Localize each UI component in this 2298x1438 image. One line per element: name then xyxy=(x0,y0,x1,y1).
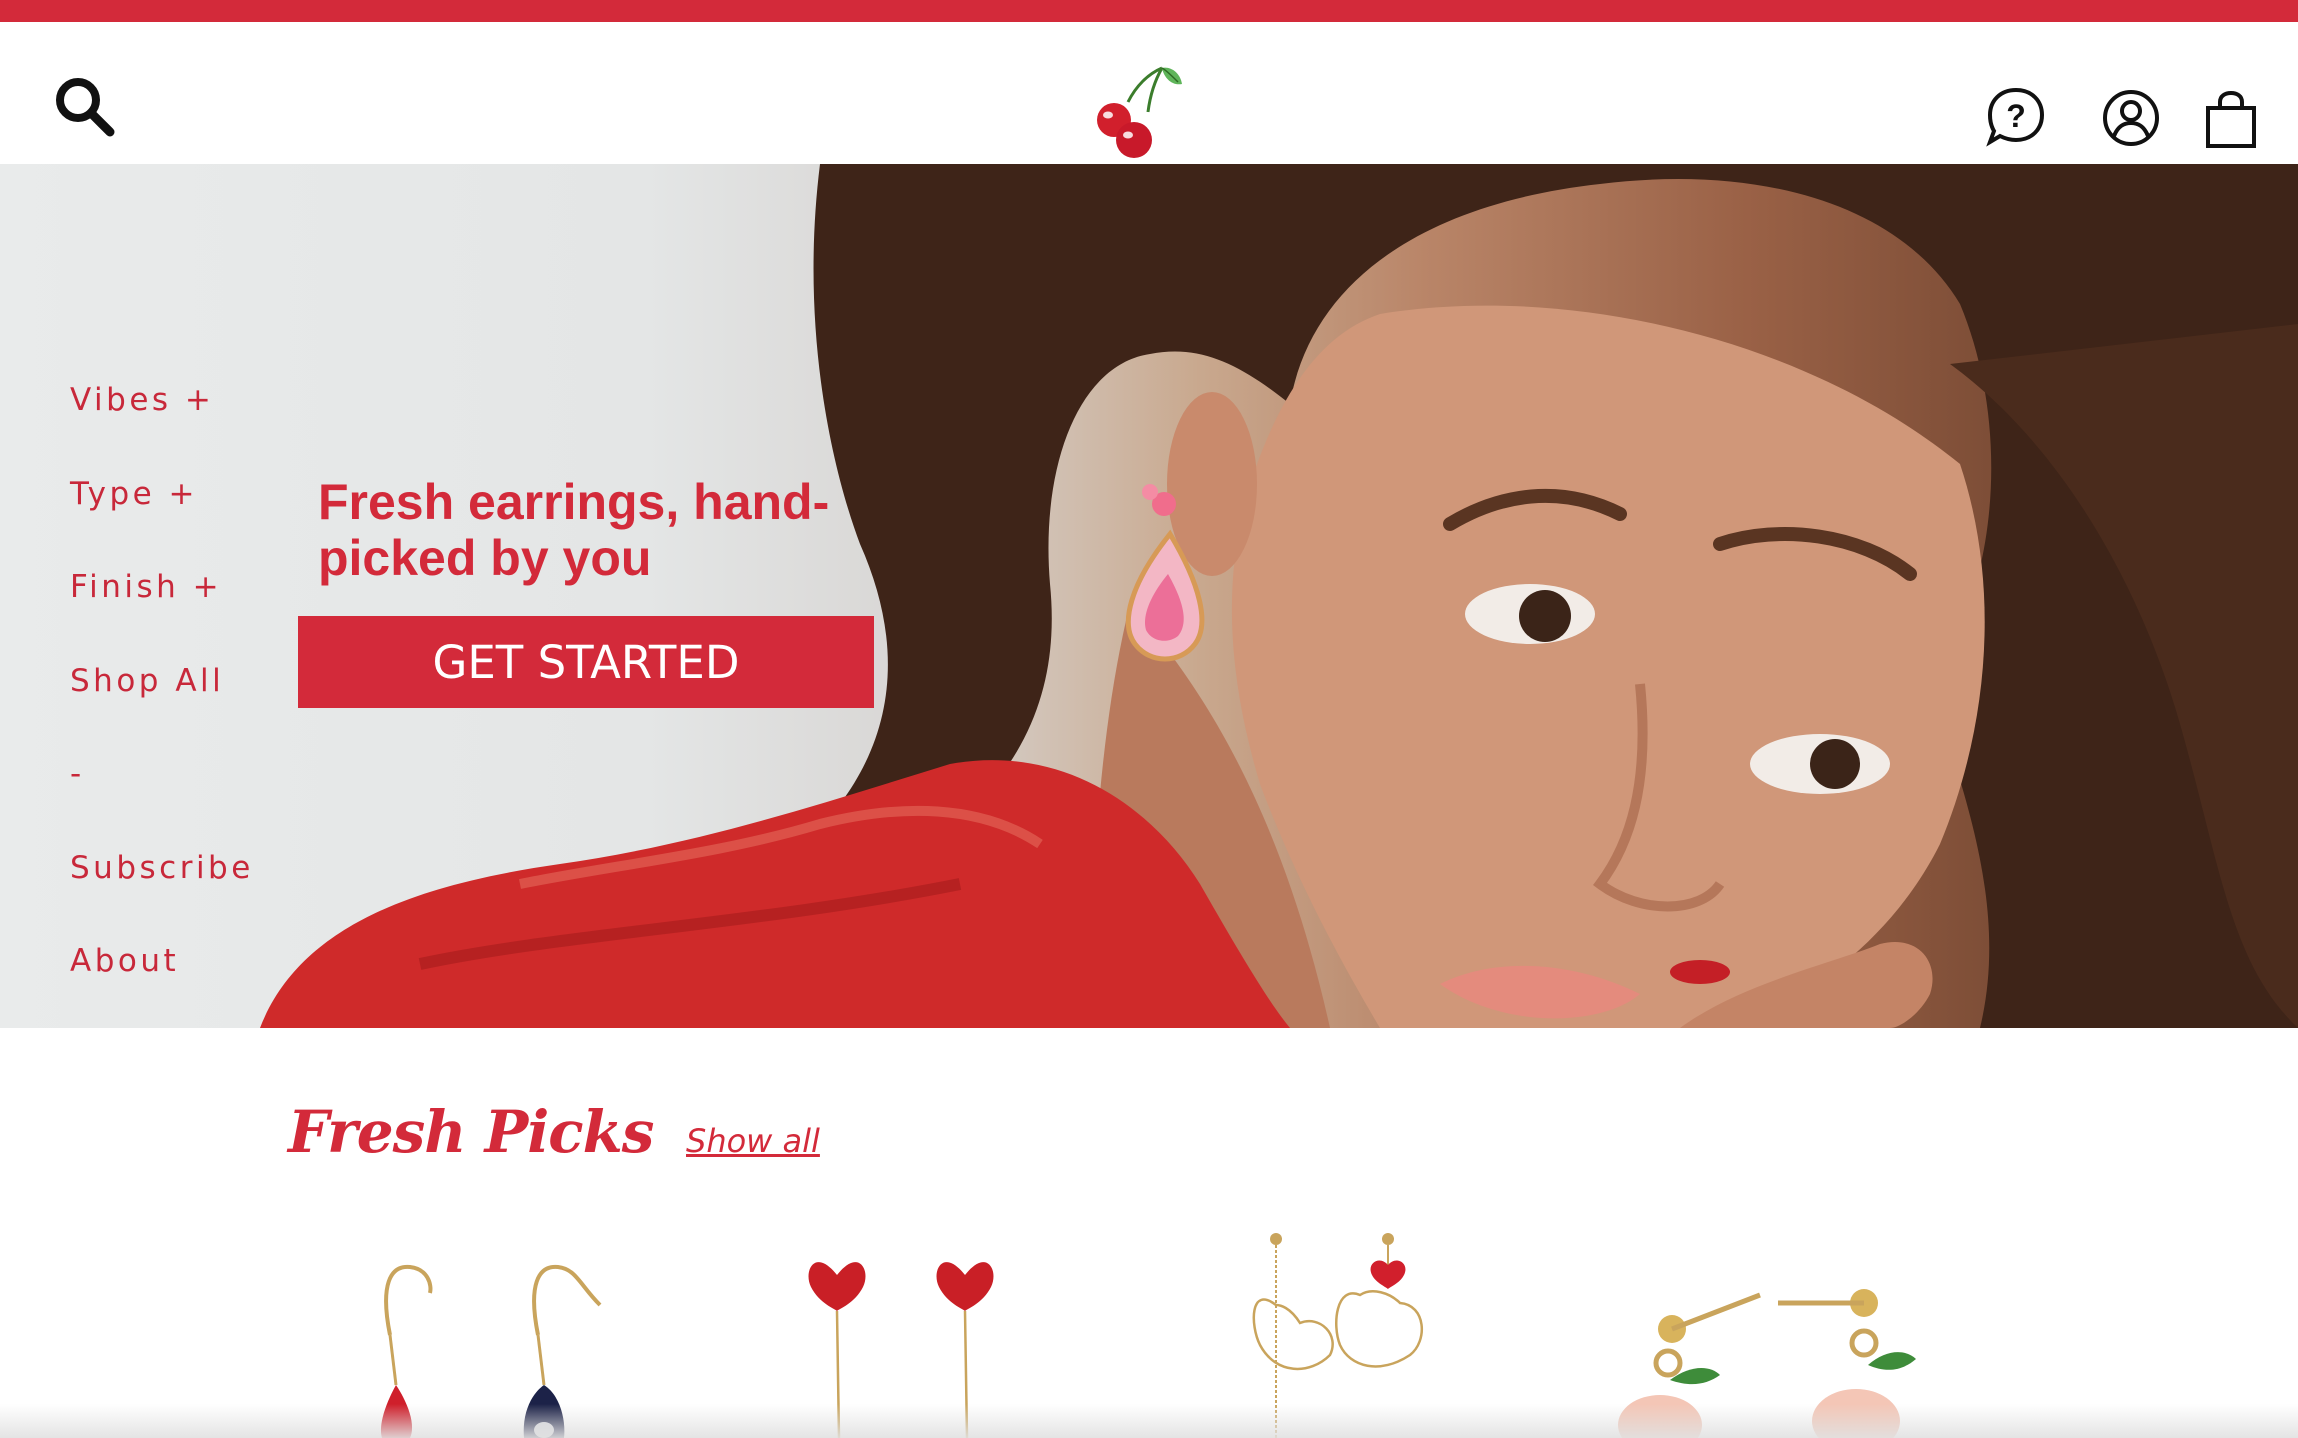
get-started-button[interactable]: GET STARTED xyxy=(298,616,874,708)
svg-text:?: ? xyxy=(2006,98,2026,134)
bottom-fade xyxy=(0,1404,2298,1438)
site-header: ? xyxy=(0,22,2298,164)
nav-vibes[interactable]: Vibes + xyxy=(70,382,214,418)
fresh-picks-title: Fresh Picks xyxy=(288,1098,654,1166)
nav-finish[interactable]: Finish + xyxy=(70,569,222,605)
hero-banner: Vibes + Type + Finish + Shop All - Subsc… xyxy=(0,164,2298,1028)
nav-subscribe[interactable]: Subscribe xyxy=(70,850,254,886)
shopping-bag-icon[interactable] xyxy=(2204,90,2258,150)
help-chat-icon[interactable]: ? xyxy=(1986,86,2046,148)
show-all-link[interactable]: Show all xyxy=(686,1122,820,1160)
nav-about[interactable]: About xyxy=(70,943,179,979)
nav-type[interactable]: Type + xyxy=(70,476,198,512)
hero-model-photo xyxy=(260,164,2298,1028)
cherry-logo[interactable] xyxy=(1088,60,1184,160)
hero-headline: Fresh earrings, hand-picked by you xyxy=(318,474,830,586)
search-icon[interactable] xyxy=(52,74,116,138)
nav-divider: - xyxy=(70,756,85,792)
top-accent-bar xyxy=(0,0,2298,22)
nav-shop-all[interactable]: Shop All xyxy=(70,663,224,699)
user-account-icon[interactable] xyxy=(2101,88,2161,148)
